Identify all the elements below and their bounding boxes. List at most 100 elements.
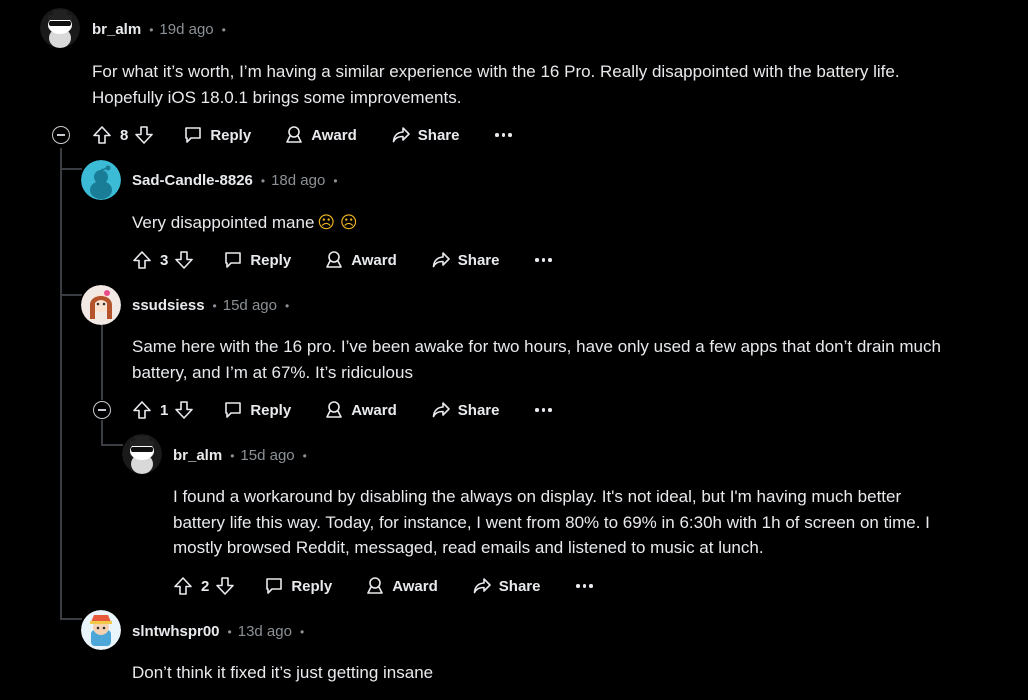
reply-label: Reply [250,251,292,269]
username[interactable]: slntwhspr00 [132,623,220,640]
thread-line [101,444,123,446]
award-button[interactable]: Award [324,400,397,420]
share-label: Share [417,126,460,144]
reply-button[interactable]: Reply [264,576,332,596]
username[interactable]: ssudsiess [132,297,205,314]
timestamp[interactable]: 19d ago [159,21,213,38]
comment-line: I found a workaround by disabling the al… [173,487,902,506]
thread-line [60,294,82,296]
comment-body: I found a workaround by disabling the al… [173,484,930,561]
comment-meta: slntwhspr00 • 13d ago • [132,623,310,640]
thread-line [60,148,62,618]
upvote-icon[interactable] [92,125,112,145]
award-icon [324,400,344,420]
separator-dot: • [221,22,226,37]
award-button[interactable]: Award [324,250,397,270]
thread-line [60,168,82,170]
reply-button[interactable]: Reply [223,250,291,270]
award-icon [365,576,385,596]
collapse-button[interactable] [93,401,111,419]
share-label: Share [457,401,500,419]
downvote-icon[interactable] [134,125,154,145]
comment-line: For what it’s worth, I’m having a simila… [92,62,900,81]
share-button[interactable]: Share [431,250,500,270]
avatar[interactable] [81,285,121,325]
timestamp[interactable]: 15d ago [223,297,277,314]
downvote-icon[interactable] [215,576,235,596]
upvote-icon[interactable] [132,400,152,420]
comment-line: battery life this way. Today, for instan… [173,512,930,532]
comment-meta: Sad-Candle-8826 • 18d ago • [132,172,344,189]
upvote-icon[interactable] [132,250,152,270]
reply-icon [223,250,243,270]
comment-meta: ssudsiess • 15d ago • [132,297,295,314]
avatar[interactable] [40,8,80,48]
award-icon [284,125,304,145]
vote-count: 3 [160,251,169,269]
comment-body: Same here with the 16 pro. I’ve been awa… [132,334,941,385]
vote-count: 2 [201,577,210,595]
separator-dot: • [299,624,305,639]
downvote-icon[interactable] [174,250,194,270]
username[interactable]: br_alm [92,21,141,38]
comment-line: Hopefully iOS 18.0.1 brings some improve… [92,87,462,107]
award-label: Award [351,401,397,419]
reply-icon [223,400,243,420]
comment-actions: 8 Reply Award Share [92,121,512,149]
username[interactable]: Sad-Candle-8826 [132,172,253,189]
more-options-button[interactable] [535,408,552,412]
more-options-button[interactable] [535,258,552,262]
timestamp[interactable]: 15d ago [240,447,294,464]
thread-line [60,618,82,620]
award-label: Award [392,577,438,595]
share-button[interactable]: Share [472,576,541,596]
award-label: Award [351,251,397,269]
reply-icon [264,576,284,596]
separator-dot: • [149,22,154,37]
reply-label: Reply [250,401,292,419]
more-options-button[interactable] [576,584,593,588]
comment-body: For what it’s worth, I’m having a simila… [92,59,900,110]
share-icon [431,400,451,420]
reply-label: Reply [291,577,333,595]
share-button[interactable]: Share [431,400,500,420]
comment-line: Same here with the 16 pro. I’ve been awa… [132,337,941,356]
thread-line [101,420,103,444]
upvote-icon[interactable] [173,576,193,596]
share-label: Share [457,251,500,269]
separator-dot: • [227,624,232,639]
award-button[interactable]: Award [365,576,438,596]
share-icon [472,576,492,596]
reply-label: Reply [210,126,252,144]
collapse-button[interactable] [52,126,70,144]
reply-button[interactable]: Reply [223,400,291,420]
avatar[interactable] [122,434,162,474]
more-options-button[interactable] [495,133,512,137]
award-label: Award [311,126,357,144]
timestamp[interactable]: 13d ago [238,623,292,640]
timestamp[interactable]: 18d ago [271,172,325,189]
comment-line: Very disappointed mane [132,213,315,232]
comment-meta: br_alm • 15d ago • [173,447,313,464]
award-button[interactable]: Award [284,125,357,145]
share-button[interactable]: Share [391,125,460,145]
separator-dot: • [302,448,307,463]
downvote-icon[interactable] [174,400,194,420]
share-label: Share [498,577,541,595]
emoji: ☹ ☹ [317,213,358,232]
comment-actions: 3 Reply Award Share [132,246,552,274]
comment-line: battery, and I’m at 67%. It’s ridiculous [132,362,413,382]
comment-actions: 1 Reply Award Share [132,396,552,424]
avatar[interactable] [81,610,121,650]
share-icon [391,125,411,145]
avatar[interactable] [81,160,121,200]
separator-dot: • [230,448,235,463]
username[interactable]: br_alm [173,447,222,464]
separator-dot: • [284,298,290,313]
comment-line: Don’t think it fixed it’s just getting i… [132,663,434,682]
separator-dot: • [333,173,338,188]
reply-button[interactable]: Reply [183,125,251,145]
share-icon [431,250,451,270]
comment-line: mostly browsed Reddit, messaged, read em… [173,538,764,557]
separator-dot: • [260,173,266,188]
